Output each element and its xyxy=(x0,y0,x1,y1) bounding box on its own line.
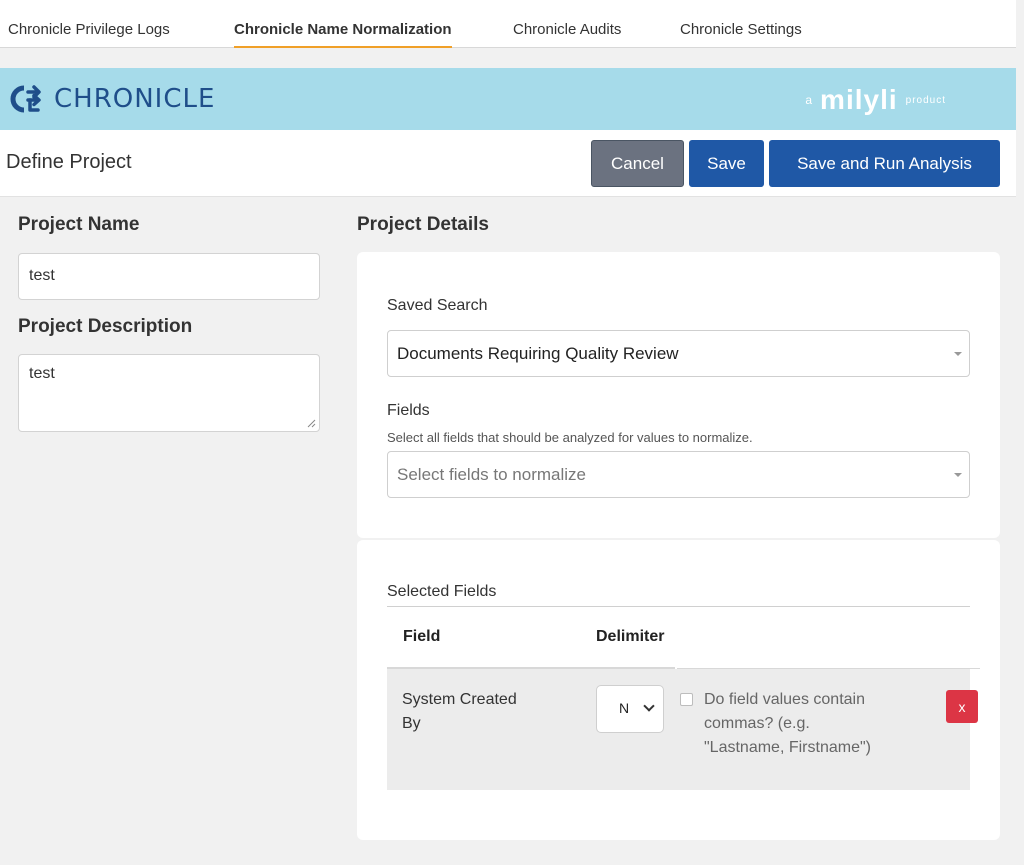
project-details-heading: Project Details xyxy=(357,214,489,235)
column-header-field: Field xyxy=(403,628,441,645)
saved-search-value: Documents Requiring Quality Review xyxy=(397,344,679,363)
field-name: System Created By xyxy=(402,688,517,736)
chevron-down-icon xyxy=(643,700,655,712)
project-details-card: Saved Search Documents Requiring Quality… xyxy=(357,252,1000,538)
project-description-label: Project Description xyxy=(18,316,193,337)
contains-commas-line: "Lastname, Firstname") xyxy=(704,739,871,756)
remove-field-button[interactable]: x xyxy=(946,690,978,723)
saved-search-select[interactable]: Documents Requiring Quality Review xyxy=(387,330,970,377)
tab-settings[interactable]: Chronicle Settings xyxy=(680,21,802,48)
fields-select[interactable]: Select fields to normalize xyxy=(387,451,970,498)
fields-placeholder: Select fields to normalize xyxy=(397,465,586,484)
caret-down-icon xyxy=(954,352,962,356)
brand-suffix: product xyxy=(905,94,946,106)
brand-name: milyli xyxy=(820,84,898,115)
delimiter-value: N xyxy=(619,700,630,716)
cancel-button[interactable]: Cancel xyxy=(591,140,684,187)
field-name-line: By xyxy=(402,715,421,732)
fields-hint: Select all fields that should be analyze… xyxy=(387,430,753,445)
brand-prefix: a xyxy=(805,93,813,107)
fields-label: Fields xyxy=(387,402,430,419)
save-and-run-button[interactable]: Save and Run Analysis xyxy=(769,140,1000,187)
page-title: Define Project xyxy=(6,151,132,173)
contains-commas-line: Do field values contain xyxy=(704,691,865,708)
project-description-textarea[interactable]: test xyxy=(18,354,320,432)
caret-down-icon xyxy=(954,473,962,477)
table-row: System Created By N Do field values cont… xyxy=(387,669,970,790)
tab-audits[interactable]: Chronicle Audits xyxy=(513,21,621,48)
saved-search-label: Saved Search xyxy=(387,297,488,314)
project-description-value: test xyxy=(29,365,55,382)
resize-handle-icon[interactable] xyxy=(307,419,316,428)
tab-name-normalization[interactable]: Chronicle Name Normalization xyxy=(234,21,452,48)
project-name-input[interactable]: test xyxy=(18,253,320,300)
brand-banner: CHRONICLE a milyli product xyxy=(0,68,1016,130)
chronicle-logo-icon xyxy=(10,85,41,113)
column-header-delimiter: Delimiter xyxy=(596,628,665,645)
top-tabs: Chronicle Privilege Logs Chronicle Name … xyxy=(0,0,1016,48)
contains-commas-line: commas? (e.g. xyxy=(704,715,810,732)
selected-fields-card: Selected Fields Field Delimiter System C… xyxy=(357,540,1000,840)
selected-fields-heading: Selected Fields xyxy=(387,583,497,600)
chronicle-logo: CHRONICLE xyxy=(8,82,215,116)
divider xyxy=(387,606,970,607)
contains-commas-checkbox[interactable] xyxy=(680,693,693,706)
project-name-label: Project Name xyxy=(18,214,140,235)
tab-privilege-logs[interactable]: Chronicle Privilege Logs xyxy=(8,21,170,48)
delimiter-select[interactable]: N xyxy=(596,685,664,733)
field-name-line: System Created xyxy=(402,691,517,708)
contains-commas-label: Do field values contain commas? (e.g. "L… xyxy=(704,688,871,760)
logo-text: CHRONICLE xyxy=(54,84,216,114)
save-button[interactable]: Save xyxy=(689,140,764,187)
page-header: Define Project Cancel Save Save and Run … xyxy=(0,130,1016,197)
milyli-brand: a milyli product xyxy=(805,84,946,116)
